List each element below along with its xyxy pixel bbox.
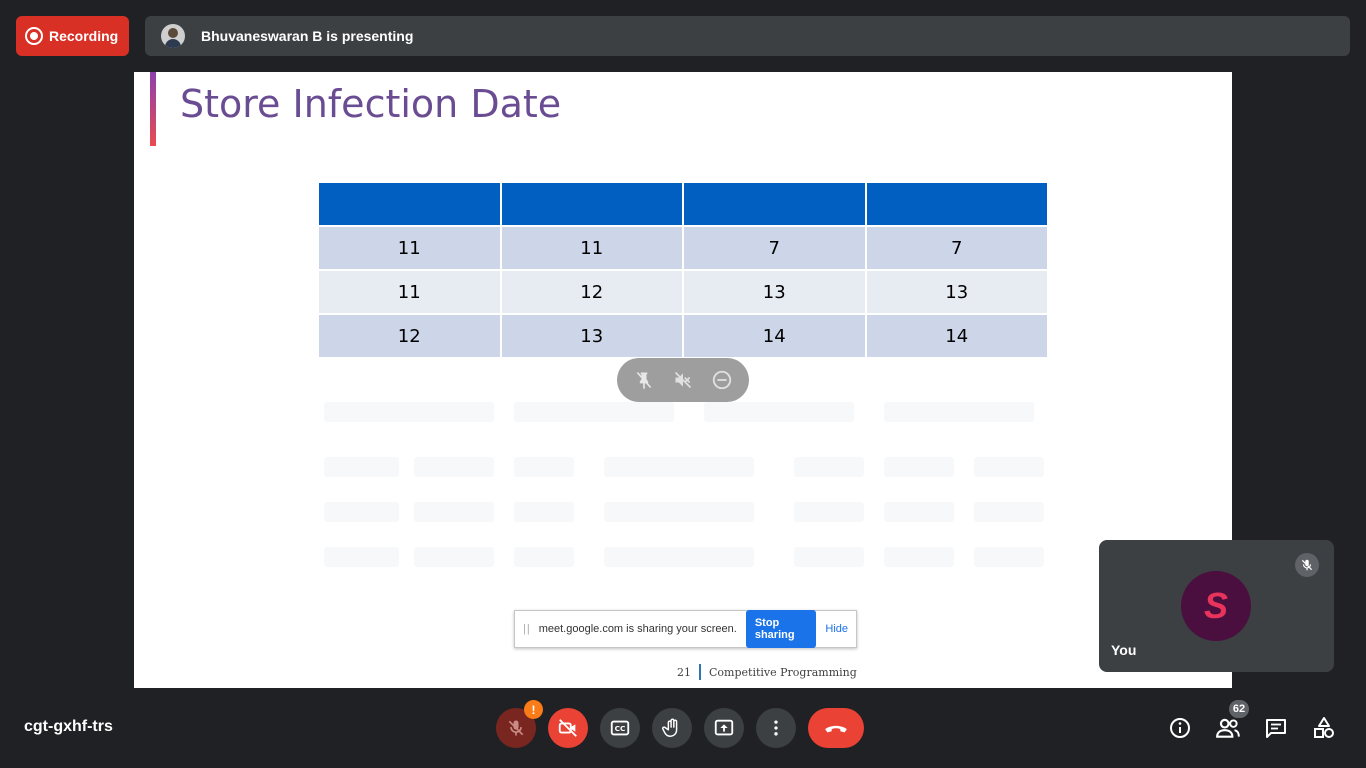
presenter-avatar <box>161 24 185 48</box>
self-video-tile[interactable]: S You <box>1099 540 1334 672</box>
captions-button[interactable]: CC <box>600 708 640 748</box>
table-cell: 12 <box>501 271 682 313</box>
stop-sharing-button[interactable]: Stop sharing <box>745 610 817 648</box>
footer-divider <box>699 664 701 680</box>
faded-slide-content <box>324 402 1044 582</box>
participant-count-badge: 62 <box>1229 700 1249 718</box>
mute-participant-icon[interactable] <box>671 368 695 392</box>
pin-off-icon[interactable] <box>632 368 656 392</box>
table-row: 11 12 13 13 <box>319 271 1047 313</box>
activities-icon[interactable] <box>1310 714 1338 742</box>
slide-footer: 21 Competitive Programming <box>677 664 857 680</box>
drag-handle-icon[interactable]: || <box>523 623 531 635</box>
self-avatar: S <box>1181 571 1251 641</box>
table-header-cell <box>501 183 682 225</box>
presenter-toolbar <box>617 358 749 402</box>
chat-icon[interactable] <box>1262 714 1290 742</box>
presenting-banner: Bhuvaneswaran B is presenting <box>145 16 1350 56</box>
table-row: 12 13 14 14 <box>319 315 1047 357</box>
sharing-notice: meet.google.com is sharing your screen. <box>538 623 737 635</box>
more-options-button[interactable] <box>756 708 796 748</box>
table-cell: 11 <box>319 271 500 313</box>
svg-text:CC: CC <box>615 724 626 733</box>
self-name-label: You <box>1111 642 1137 658</box>
leave-call-button[interactable] <box>808 708 864 748</box>
remove-icon[interactable] <box>710 368 734 392</box>
table-header-cell <box>319 183 500 225</box>
table-cell: 11 <box>319 227 500 269</box>
table-cell: 13 <box>866 271 1047 313</box>
shared-screen: Store Infection Date 11 11 7 7 11 12 13 … <box>134 72 1232 688</box>
hide-button[interactable]: Hide <box>825 623 848 635</box>
table-header-cell <box>684 183 865 225</box>
microphone-button[interactable]: ! <box>496 700 543 748</box>
people-icon[interactable] <box>1214 714 1242 742</box>
presenting-text: Bhuvaneswaran B is presenting <box>201 28 414 44</box>
meeting-code: cgt-gxhf-trs <box>24 718 113 735</box>
mic-off-icon <box>1295 553 1319 577</box>
table-cell: 13 <box>684 271 865 313</box>
infection-date-table: 11 11 7 7 11 12 13 13 12 13 14 14 <box>317 181 1049 359</box>
camera-button[interactable] <box>548 708 588 748</box>
present-screen-button[interactable] <box>704 708 744 748</box>
recording-indicator[interactable]: Recording <box>16 16 129 56</box>
course-name: Competitive Programming <box>709 665 857 679</box>
record-icon <box>25 27 43 45</box>
table-cell: 13 <box>501 315 682 357</box>
table-cell: 14 <box>866 315 1047 357</box>
table-cell: 12 <box>319 315 500 357</box>
table-header-row <box>319 183 1047 225</box>
raise-hand-button[interactable] <box>652 708 692 748</box>
slide-title: Store Infection Date <box>180 82 562 126</box>
table-cell: 7 <box>866 227 1047 269</box>
screen-sharing-bar: || meet.google.com is sharing your scree… <box>514 610 857 648</box>
slide-number: 21 <box>677 665 691 679</box>
table-header-cell <box>866 183 1047 225</box>
table-cell: 11 <box>501 227 682 269</box>
recording-label: Recording <box>49 28 119 44</box>
meeting-info-icon[interactable] <box>1166 714 1194 742</box>
mic-warning-badge: ! <box>524 700 543 719</box>
table-cell: 7 <box>684 227 865 269</box>
table-row: 11 11 7 7 <box>319 227 1047 269</box>
table-cell: 14 <box>684 315 865 357</box>
title-accent-bar <box>150 72 156 146</box>
